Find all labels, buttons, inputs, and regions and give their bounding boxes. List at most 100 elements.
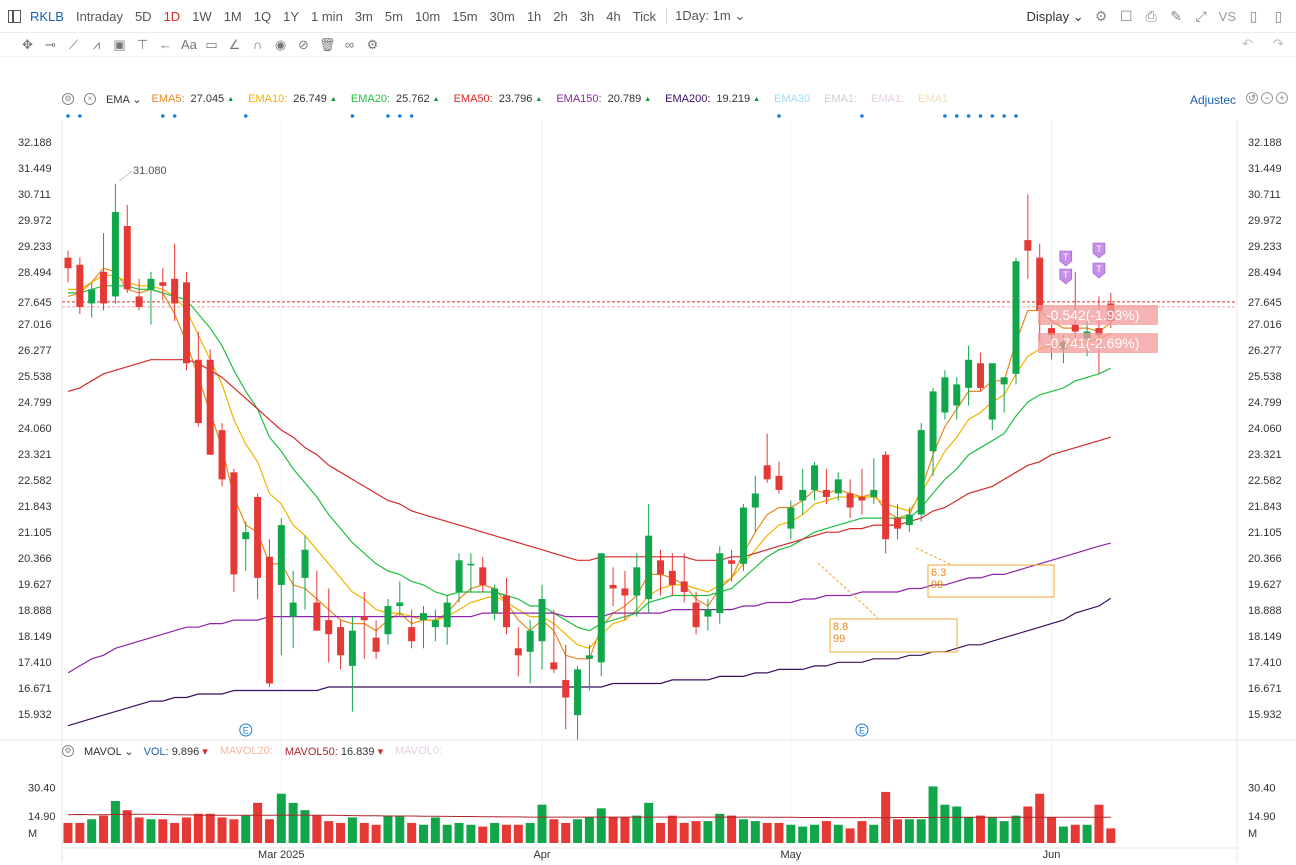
volume-bar — [762, 822, 772, 843]
annotation-box-text: 99 — [833, 633, 845, 645]
price-tick-label: 29.972 — [18, 215, 52, 227]
candle-body — [882, 454, 890, 540]
volume-bar — [632, 815, 642, 843]
volume-bar — [63, 822, 73, 843]
volume-tick-label: 30.40 — [28, 783, 56, 795]
volume-bar — [774, 822, 784, 843]
down-triangle-icon: ▾ — [377, 745, 384, 758]
high-price-leader — [119, 170, 133, 182]
volume-tick-label-right: 30.40 — [1248, 783, 1276, 795]
annotation-box — [829, 618, 958, 653]
candle-body — [894, 518, 901, 529]
price-tick-label-right: 31.449 — [1248, 163, 1282, 175]
volume-bar — [276, 793, 286, 843]
price-tick-label-right: 18.149 — [1248, 631, 1282, 643]
volume-tick-label-right: M — [1248, 828, 1257, 840]
volume-bar — [158, 819, 168, 843]
candle-body — [230, 472, 238, 575]
annotation-box-text: 8.8 — [833, 621, 848, 633]
volume-bar — [691, 821, 701, 843]
event-dot — [409, 114, 414, 118]
candle-body — [123, 226, 131, 290]
volume-bar — [501, 824, 511, 843]
candle-body — [657, 560, 664, 575]
volume-bar — [916, 819, 926, 843]
volume-bar — [975, 815, 985, 843]
volume-bar — [253, 802, 263, 843]
event-dot — [66, 114, 70, 118]
event-dot — [978, 114, 983, 118]
event-dot — [954, 114, 959, 118]
candle-body — [372, 637, 380, 652]
volume-legend-item: MAVOL50: 16.839 ▾ — [285, 745, 383, 758]
annotation-box-text: 99 — [931, 579, 943, 591]
volume-bar — [537, 804, 547, 843]
event-dot — [243, 114, 248, 118]
volume-bar — [1023, 806, 1033, 843]
volume-bar — [478, 826, 488, 843]
candle-body — [1036, 257, 1044, 311]
candle-body — [965, 359, 973, 388]
volume-bar — [312, 815, 322, 843]
candle-body — [538, 599, 546, 642]
volume-bar — [703, 821, 713, 843]
volume-value: 9.896 — [168, 745, 203, 758]
event-dot — [966, 114, 971, 118]
candle-body — [976, 363, 984, 388]
volume-bar — [442, 824, 452, 843]
candle-body — [254, 496, 262, 578]
candle-body — [811, 465, 819, 490]
volume-bar — [1011, 815, 1021, 843]
volume-bar — [620, 817, 630, 843]
volume-settings-icon[interactable]: ⚙ — [62, 745, 74, 757]
volume-bar — [359, 822, 369, 843]
price-tick-label-right: 21.105 — [1248, 527, 1282, 539]
volume-bar — [383, 815, 393, 843]
time-tick-label: Apr — [533, 849, 550, 861]
annotation-box — [927, 564, 1055, 598]
candle-body — [645, 535, 653, 600]
candle-body — [514, 648, 522, 656]
candle-body — [846, 493, 854, 508]
candle-body — [301, 549, 309, 578]
candle-body — [668, 570, 676, 585]
volume-bar — [596, 808, 606, 843]
volume-bar — [99, 815, 109, 843]
trade-marker-label: T — [1096, 264, 1102, 274]
price-tick-label: 19.627 — [18, 579, 52, 591]
volume-bar — [679, 822, 689, 843]
price-tick-label-right: 15.932 — [1248, 709, 1282, 721]
volume-bar — [727, 815, 737, 843]
price-tick-label-right: 27.016 — [1248, 319, 1282, 331]
volume-values: VOL: 9.896 ▾ MAVOL20: MAVOL50: 16.839 ▾ MAV… — [144, 745, 442, 758]
candle-body — [1024, 240, 1032, 251]
annotation-box-text: 6.3 — [931, 567, 946, 579]
price-tick-label: 21.843 — [18, 501, 52, 513]
candle-body — [597, 553, 605, 663]
volume-bar — [217, 817, 227, 843]
volume-bar — [525, 822, 535, 843]
volume-bar — [893, 819, 902, 843]
candle-body — [858, 496, 866, 501]
volume-bar — [644, 802, 654, 843]
volume-indicator-name[interactable]: MAVOL ⌄ — [84, 745, 134, 758]
candle-body — [183, 282, 190, 364]
candle-body — [763, 465, 771, 480]
candle-body — [751, 493, 759, 508]
candle-body — [633, 567, 641, 596]
price-chart[interactable]: 32.188 32.188 31.449 31.449 30.711 30.711 29.9… — [0, 0, 1296, 865]
price-tick-label-right: 16.671 — [1248, 683, 1282, 695]
price-tick-label: 17.410 — [18, 657, 52, 669]
candle-body — [443, 602, 451, 628]
volume-bar — [667, 815, 677, 843]
volume-legend: ⚙ MAVOL ⌄ VOL: 9.896 ▾ MAVOL20: MAVOL50: 1… — [62, 744, 442, 758]
candle-body — [929, 391, 937, 452]
price-tick-label: 15.932 — [18, 709, 52, 721]
volume-legend-item: MAVOL20: — [220, 745, 273, 758]
volume-bar — [584, 817, 594, 843]
volume-bar — [395, 815, 405, 843]
candle-body — [609, 584, 617, 589]
volume-label: MAVOL0: — [395, 744, 442, 757]
candle-body — [728, 560, 736, 564]
trade-marker-label: T — [1063, 270, 1069, 280]
